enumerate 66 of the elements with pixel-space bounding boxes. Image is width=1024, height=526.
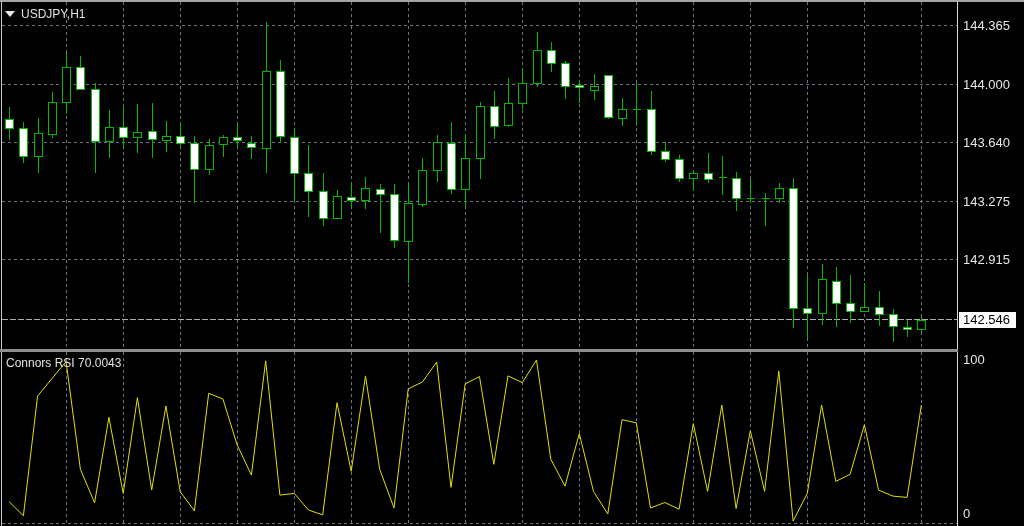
price-label: 144.000 (963, 76, 1010, 93)
candlestick (561, 60, 570, 100)
candlestick (233, 122, 242, 148)
candlestick (176, 122, 185, 149)
candlestick (604, 74, 613, 120)
candlestick (418, 157, 427, 208)
candlestick (148, 102, 157, 159)
candlestick (133, 103, 142, 154)
price-label: 144.365 (963, 17, 1010, 34)
candlestick (62, 52, 71, 115)
price-label: 142.915 (963, 252, 1010, 269)
candlestick (504, 77, 513, 128)
indicator-label: Connors RSI 70.0043 (6, 356, 122, 370)
candlestick (247, 135, 256, 160)
candlestick (675, 154, 684, 183)
candlestick (48, 91, 57, 139)
candlestick (319, 172, 328, 227)
candlestick (875, 290, 884, 327)
candlestick (732, 171, 741, 212)
candlestick (618, 97, 627, 127)
axis-label: 0 (963, 506, 971, 522)
candlestick (490, 90, 499, 140)
price-label: 143.640 (963, 134, 1010, 151)
candlestick (162, 120, 171, 153)
candlestick (632, 82, 641, 127)
candlestick (689, 169, 698, 192)
candlestick (5, 106, 14, 141)
candlestick (333, 189, 342, 220)
chart-title: USDJPY,H1 (21, 7, 86, 21)
candlestick (661, 141, 670, 163)
candlestick (818, 263, 827, 326)
candlestick (34, 117, 43, 174)
current-price-label: 142.546 (959, 311, 1016, 328)
candlestick (761, 192, 770, 227)
price-label: 143.275 (963, 193, 1010, 210)
candlestick (376, 183, 385, 234)
candlestick (347, 182, 356, 208)
candlestick (647, 90, 656, 156)
candlestick (590, 73, 599, 101)
candlestick (433, 134, 442, 183)
candlestick (746, 178, 755, 204)
candlestick (190, 135, 199, 204)
axis-label: 100 (963, 352, 985, 368)
candlestick (547, 41, 556, 73)
candlestick (846, 274, 855, 324)
candlestick (390, 183, 399, 249)
candlestick (832, 266, 841, 328)
candlestick (533, 31, 542, 88)
candlestick (361, 176, 370, 210)
candlestick (889, 308, 898, 343)
candlestick (903, 319, 912, 338)
candlestick (205, 138, 214, 176)
candlestick (219, 134, 228, 158)
caret-down-icon[interactable] (5, 11, 15, 17)
candlestick (917, 316, 926, 333)
candlestick (105, 109, 114, 159)
candlestick (860, 282, 869, 312)
candlestick (803, 274, 812, 339)
candlestick (775, 182, 784, 204)
candlestick (718, 155, 727, 196)
candlestick (119, 106, 128, 148)
candlestick (76, 55, 85, 91)
candlestick (704, 152, 713, 184)
candlestick (19, 121, 28, 164)
candlestick (518, 67, 527, 110)
candlestick (575, 79, 584, 104)
